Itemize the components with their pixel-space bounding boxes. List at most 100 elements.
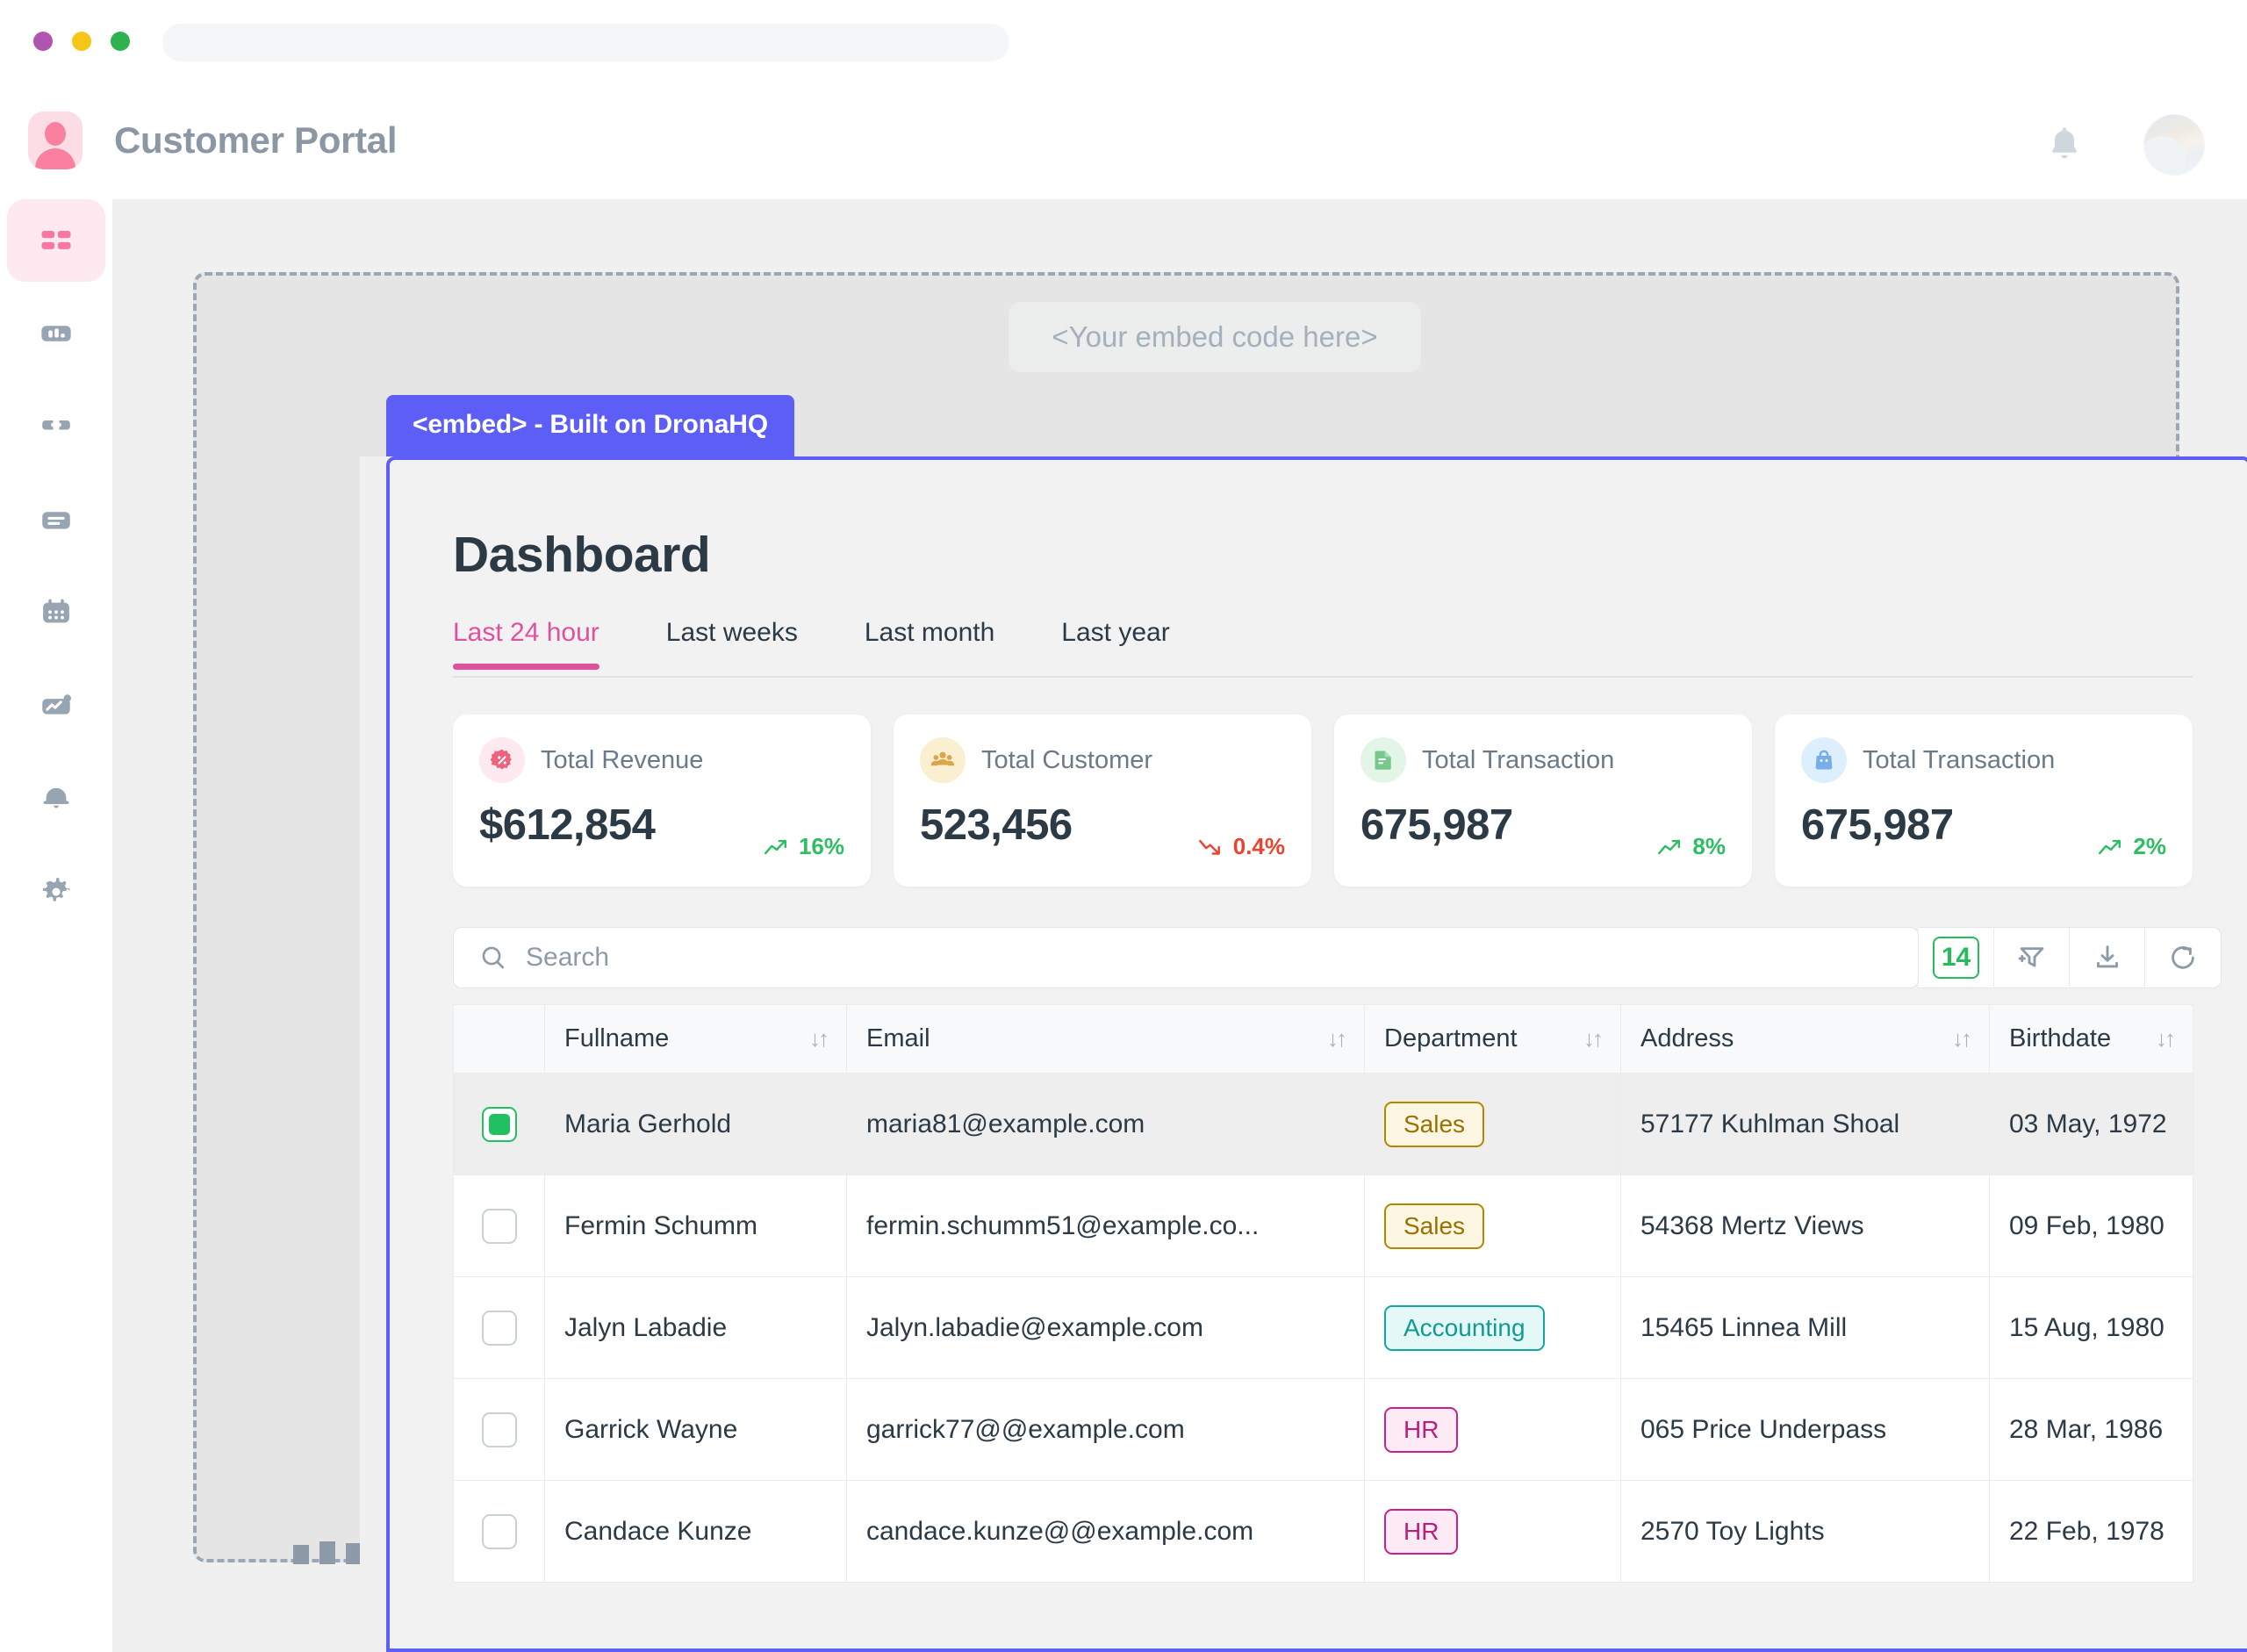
download-button[interactable]: [2070, 928, 2145, 988]
discount-badge-icon: [479, 737, 525, 783]
stat-card-value: $612,854: [479, 801, 656, 849]
sort-updown-icon[interactable]: ↓↑: [1327, 1025, 1347, 1052]
record-count-cell[interactable]: 14: [1919, 928, 1994, 988]
trend-up-icon: [2099, 839, 2121, 854]
cell-fullname: Fermin Schumm: [544, 1174, 847, 1277]
table-row[interactable]: Maria Gerhold maria81@example.com Sales …: [453, 1073, 2193, 1175]
minimize-dot[interactable]: [72, 32, 91, 51]
cell-address: 57177 Kuhlman Shoal: [1620, 1073, 1990, 1175]
column-header-fullname[interactable]: Fullname ↓↑: [544, 1004, 847, 1074]
column-header-department[interactable]: Department ↓↑: [1364, 1004, 1621, 1074]
tab-last-month[interactable]: Last month: [865, 618, 1017, 667]
cell-birthdate: 09 Feb, 1980: [1989, 1174, 2193, 1277]
stat-card-header: Total Customer: [920, 737, 1152, 783]
cell-department: HR: [1364, 1378, 1621, 1481]
trend-up-icon: [765, 839, 786, 854]
sort-updown-icon[interactable]: ↓↑: [2156, 1025, 2176, 1052]
row-checkbox-cell[interactable]: [453, 1480, 545, 1583]
sidebar-item-reports[interactable]: [7, 292, 105, 375]
stat-card-delta: 2%: [2098, 833, 2166, 860]
search-placeholder: Search: [526, 943, 610, 972]
cell-fullname: Maria Gerhold: [544, 1073, 847, 1175]
table-row[interactable]: Candace Kunze candace.kunze@@example.com…: [453, 1480, 2193, 1583]
embed-panel: Dashboard Last 24 hour Last weeks Last m…: [386, 456, 2247, 1652]
stat-cards: Total Revenue $612,854 16% Total Custome…: [453, 715, 2193, 887]
column-header-email[interactable]: Email ↓↑: [846, 1004, 1365, 1074]
column-header-select[interactable]: [453, 1004, 545, 1074]
tab-last-24-hour[interactable]: Last 24 hour: [453, 618, 622, 670]
cell-address: 065 Price Underpass: [1620, 1378, 1990, 1481]
url-bar[interactable]: [162, 24, 1009, 61]
cell-address: 15465 Linnea Mill: [1620, 1276, 1990, 1379]
department-badge: HR: [1384, 1406, 1459, 1453]
row-checkbox[interactable]: [481, 1411, 517, 1447]
refresh-button[interactable]: [2145, 928, 2221, 988]
cell-email[interactable]: Jalyn.labadie@example.com: [846, 1276, 1365, 1379]
embed-tab-label[interactable]: <embed> - Built on DronaHQ: [386, 395, 794, 456]
stat-card-label: Total Transaction: [1863, 745, 2056, 774]
stat-card-total-transaction-1[interactable]: Total Transaction 675,987 8%: [1334, 715, 1752, 887]
table-row[interactable]: Jalyn Labadie Jalyn.labadie@example.com …: [453, 1276, 2193, 1379]
sort-updown-icon[interactable]: ↓↑: [1952, 1025, 1972, 1052]
dashboard-period-tabs: Last 24 hour Last weeks Last month Last …: [453, 618, 2193, 678]
stat-card-total-revenue[interactable]: Total Revenue $612,854 16%: [453, 715, 871, 887]
sidebar-item-settings[interactable]: [7, 851, 105, 933]
bell-icon: [43, 787, 69, 808]
cell-birthdate: 28 Mar, 1986: [1989, 1378, 2193, 1481]
cell-email[interactable]: fermin.schumm51@example.co...: [846, 1174, 1365, 1277]
table-row[interactable]: Fermin Schumm fermin.schumm51@example.co…: [453, 1174, 2193, 1277]
trend-down-icon: [1198, 839, 1220, 855]
search-icon: [482, 946, 505, 969]
customers-table: Fullname ↓↑ Email ↓↑ Department ↓↑ Addre…: [453, 1004, 2193, 1583]
cell-email[interactable]: candace.kunze@@example.com: [846, 1480, 1365, 1583]
maximize-dot[interactable]: [111, 32, 130, 51]
column-label: Birthdate: [2009, 1024, 2112, 1052]
column-header-address[interactable]: Address ↓↑: [1620, 1004, 1990, 1074]
bar-chart-icon: [41, 326, 71, 341]
stat-card-header: Total Revenue: [479, 737, 703, 783]
brand-logo-icon: [28, 111, 83, 169]
sidebar-item-dashboard[interactable]: [7, 199, 105, 282]
sidebar: [0, 199, 112, 1542]
stat-card-label: Total Customer: [981, 745, 1153, 774]
cell-department: Sales: [1364, 1073, 1621, 1175]
column-label: Department: [1384, 1024, 1518, 1052]
sort-updown-icon[interactable]: ↓↑: [809, 1025, 829, 1052]
add-filter-icon: [2018, 947, 2043, 967]
row-checkbox[interactable]: [481, 1513, 517, 1549]
table-row[interactable]: Garrick Wayne garrick77@@example.com HR …: [453, 1378, 2193, 1481]
department-badge: Sales: [1384, 1203, 1485, 1249]
cell-email[interactable]: garrick77@@example.com: [846, 1378, 1365, 1481]
status-badge: 14: [1932, 937, 1980, 979]
tab-last-weeks[interactable]: Last weeks: [666, 618, 821, 667]
sidebar-item-calendar[interactable]: [7, 571, 105, 654]
gear-icon: [42, 878, 70, 901]
sidebar-item-analytics[interactable]: [7, 664, 105, 747]
row-checkbox-cell[interactable]: [453, 1174, 545, 1277]
filter-button[interactable]: [1994, 928, 2070, 988]
stat-card-total-transaction-2[interactable]: Total Transaction 675,987 2%: [1775, 715, 2193, 887]
row-checkbox[interactable]: [481, 1106, 517, 1142]
sort-updown-icon[interactable]: ↓↑: [1583, 1025, 1604, 1052]
cell-fullname: Jalyn Labadie: [544, 1276, 847, 1379]
stat-card-value: 675,987: [1801, 801, 1954, 849]
avatar[interactable]: [2143, 114, 2205, 176]
row-checkbox[interactable]: [481, 1208, 517, 1244]
close-dot[interactable]: [33, 32, 53, 51]
row-checkbox-cell[interactable]: [453, 1073, 545, 1175]
column-header-birthdate[interactable]: Birthdate ↓↑: [1989, 1004, 2193, 1074]
row-checkbox[interactable]: [481, 1310, 517, 1346]
sidebar-item-documents[interactable]: [7, 478, 105, 561]
row-checkbox-cell[interactable]: [453, 1378, 545, 1481]
file-text-icon: [1360, 737, 1406, 783]
sidebar-item-notifications[interactable]: [7, 758, 105, 840]
sidebar-item-integrations[interactable]: [7, 385, 105, 468]
calendar-icon: [43, 599, 69, 623]
tab-last-year[interactable]: Last year: [1061, 618, 1192, 667]
cell-department: Sales: [1364, 1174, 1621, 1277]
search-input[interactable]: Search: [453, 927, 1919, 988]
cell-email[interactable]: maria81@example.com: [846, 1073, 1365, 1175]
bell-icon[interactable]: [2045, 123, 2084, 165]
stat-card-total-customer[interactable]: Total Customer 523,456 0.4%: [894, 715, 1311, 887]
row-checkbox-cell[interactable]: [453, 1276, 545, 1379]
